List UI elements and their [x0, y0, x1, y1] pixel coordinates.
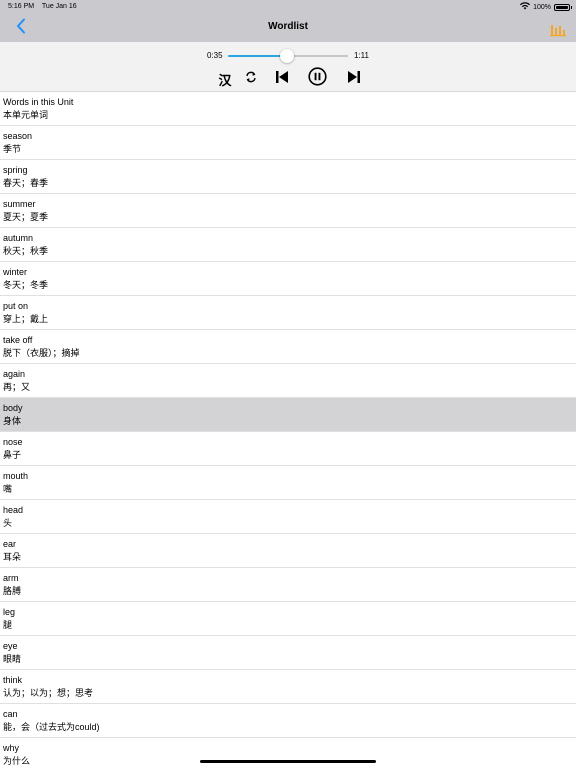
wifi-icon [520, 2, 531, 12]
word-chinese: 冬天；冬季 [3, 280, 49, 290]
word-english: can [3, 709, 18, 719]
word-row[interactable]: season 季节 [0, 126, 576, 160]
word-row[interactable]: again 再；又 [0, 364, 576, 398]
word-row[interactable]: Words in this Unit 本单元单词 [0, 92, 576, 126]
status-right: 100% [520, 2, 572, 12]
word-chinese: 本单元单词 [3, 110, 49, 120]
word-chinese: 胳膊 [3, 586, 22, 596]
word-chinese: 腿 [3, 620, 13, 630]
word-chinese: 穿上；戴上 [3, 314, 49, 324]
word-chinese: 再；又 [3, 382, 31, 392]
word-chinese: 秋天；秋季 [3, 246, 49, 256]
skip-next-icon [347, 70, 361, 89]
word-english: Words in this Unit [3, 97, 74, 107]
bar-chart-icon [550, 24, 566, 41]
word-english: take off [3, 335, 33, 345]
status-bar: 5:16 PM Tue Jan 16 100% [0, 0, 576, 14]
word-english: put on [3, 301, 29, 311]
previous-button[interactable] [273, 69, 291, 89]
battery-percent: 100% [533, 3, 551, 11]
word-row[interactable]: think 认为；以为；想；思考 [0, 670, 576, 704]
pause-icon [307, 67, 327, 91]
word-english: body [3, 403, 23, 413]
word-english: why [3, 743, 20, 753]
playback-controls: 汉 [0, 67, 576, 91]
repeat-button[interactable] [243, 69, 259, 89]
word-english: think [3, 675, 23, 685]
chinese-toggle-button[interactable]: 汉 [217, 69, 233, 89]
word-row[interactable]: nose 鼻子 [0, 432, 576, 466]
word-row[interactable]: ear 耳朵 [0, 534, 576, 568]
next-button[interactable] [345, 69, 363, 89]
word-english: leg [3, 607, 16, 617]
word-chinese: 春天；春季 [3, 178, 49, 188]
status-left: 5:16 PM Tue Jan 16 [8, 3, 83, 10]
word-row[interactable]: mouth 嘴 [0, 466, 576, 500]
total-time: 1:11 [354, 51, 369, 60]
word-chinese: 季节 [3, 144, 22, 154]
word-chinese: 头 [3, 518, 13, 528]
bar-chart-button[interactable] [550, 21, 566, 37]
word-english: head [3, 505, 24, 515]
word-list: Words in this Unit 本单元单词 season 季节 spring 春天；… [0, 92, 576, 768]
word-english: mouth [3, 471, 29, 481]
battery-icon [554, 3, 572, 11]
word-english: again [3, 369, 26, 379]
word-row[interactable]: winter 冬天；冬季 [0, 262, 576, 296]
word-english: summer [3, 199, 36, 209]
word-english: season [3, 131, 33, 141]
word-english: winter [3, 267, 28, 277]
word-chinese: 身体 [3, 416, 22, 426]
word-english: ear [3, 539, 17, 549]
page-title: Wordlist [268, 21, 308, 32]
word-row[interactable]: leg 腿 [0, 602, 576, 636]
word-row[interactable]: autumn 秋天；秋季 [0, 228, 576, 262]
word-row[interactable]: can 能，会（过去式为could) [0, 704, 576, 738]
word-chinese: 脱下（衣服）；摘掉 [3, 348, 80, 358]
word-chinese: 嘴 [3, 484, 13, 494]
word-chinese: 耳朵 [3, 552, 22, 562]
word-english: spring [3, 165, 28, 175]
skip-previous-icon [275, 70, 289, 89]
navigation-bar: Wordlist [0, 14, 576, 42]
word-chinese: 鼻子 [3, 450, 22, 460]
home-indicator[interactable] [200, 760, 376, 763]
progress-fill [228, 55, 287, 57]
word-row[interactable]: body 身体 [0, 398, 576, 432]
word-chinese: 夏天；夏季 [3, 212, 49, 222]
status-date: Tue Jan 16 [41, 3, 77, 10]
word-row[interactable]: summer 夏天；夏季 [0, 194, 576, 228]
current-time: 0:35 [207, 51, 223, 60]
word-chinese: 能，会（过去式为could) [3, 722, 100, 732]
word-row[interactable]: eye 眼睛 [0, 636, 576, 670]
word-english: nose [3, 437, 23, 447]
word-chinese: 眼睛 [3, 654, 22, 664]
word-english: eye [3, 641, 18, 651]
word-row[interactable]: arm 胳膊 [0, 568, 576, 602]
audio-player: 0:35 1:11 汉 [0, 42, 576, 92]
word-row[interactable]: spring 春天；春季 [0, 160, 576, 194]
status-time: 5:16 PM [8, 3, 35, 10]
word-row[interactable]: take off 脱下（衣服）；摘掉 [0, 330, 576, 364]
word-english: arm [3, 573, 19, 583]
word-row[interactable]: head 头 [0, 500, 576, 534]
repeat-icon [245, 70, 257, 88]
progress-thumb[interactable] [279, 49, 294, 63]
pause-button[interactable] [307, 67, 327, 91]
word-english: autumn [3, 233, 34, 243]
word-chinese: 认为；以为；想；思考 [3, 688, 94, 698]
word-row[interactable]: put on 穿上；戴上 [0, 296, 576, 330]
word-row[interactable]: why 为什么 [0, 738, 576, 768]
